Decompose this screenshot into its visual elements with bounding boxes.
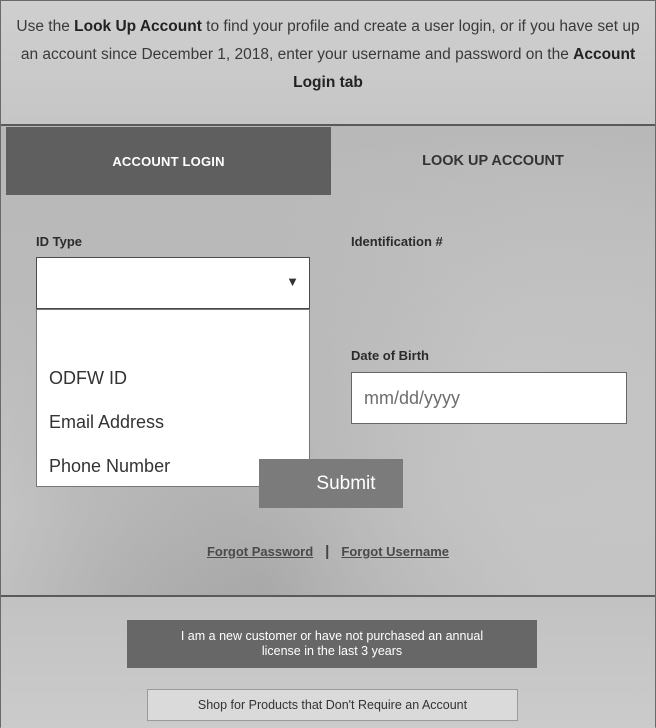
- forgot-username-link[interactable]: Forgot Username: [341, 544, 449, 559]
- date-of-birth-label: Date of Birth: [351, 348, 429, 363]
- new-customer-button[interactable]: I am a new customer or have not purchase…: [127, 620, 537, 668]
- new-customer-label: I am a new customer or have not purchase…: [180, 629, 484, 658]
- tab-bar: ACCOUNT LOGIN LOOK UP ACCOUNT: [1, 127, 655, 195]
- option-odfw-id[interactable]: ODFW ID: [49, 368, 127, 389]
- forgot-links: Forgot Password | Forgot Username: [1, 541, 655, 561]
- option-phone-number[interactable]: Phone Number: [49, 456, 170, 477]
- page-frame: Use the Look Up Account to find your pro…: [0, 0, 656, 728]
- tab-look-up-account[interactable]: LOOK UP ACCOUNT: [331, 127, 655, 195]
- submit-button[interactable]: Submit: [259, 459, 403, 508]
- date-of-birth-input[interactable]: [351, 372, 627, 424]
- caret-down-icon: ▼: [286, 274, 299, 289]
- option-email-address[interactable]: Email Address: [49, 412, 164, 433]
- intro-text-part-1: Use the: [16, 18, 75, 35]
- tab-account-login[interactable]: ACCOUNT LOGIN: [6, 127, 331, 195]
- link-separator: |: [325, 542, 330, 560]
- id-type-select[interactable]: ▼: [36, 257, 310, 309]
- identification-number-label: Identification #: [351, 234, 443, 249]
- id-type-label: ID Type: [36, 234, 82, 249]
- footer-section: I am a new customer or have not purchase…: [1, 595, 655, 728]
- shop-products-button[interactable]: Shop for Products that Don't Require an …: [147, 689, 518, 721]
- intro-text: Use the Look Up Account to find your pro…: [1, 1, 655, 126]
- forgot-password-link[interactable]: Forgot Password: [207, 544, 313, 559]
- intro-bold-look-up-account: Look Up Account: [74, 18, 202, 35]
- submit-label: Submit: [316, 472, 376, 494]
